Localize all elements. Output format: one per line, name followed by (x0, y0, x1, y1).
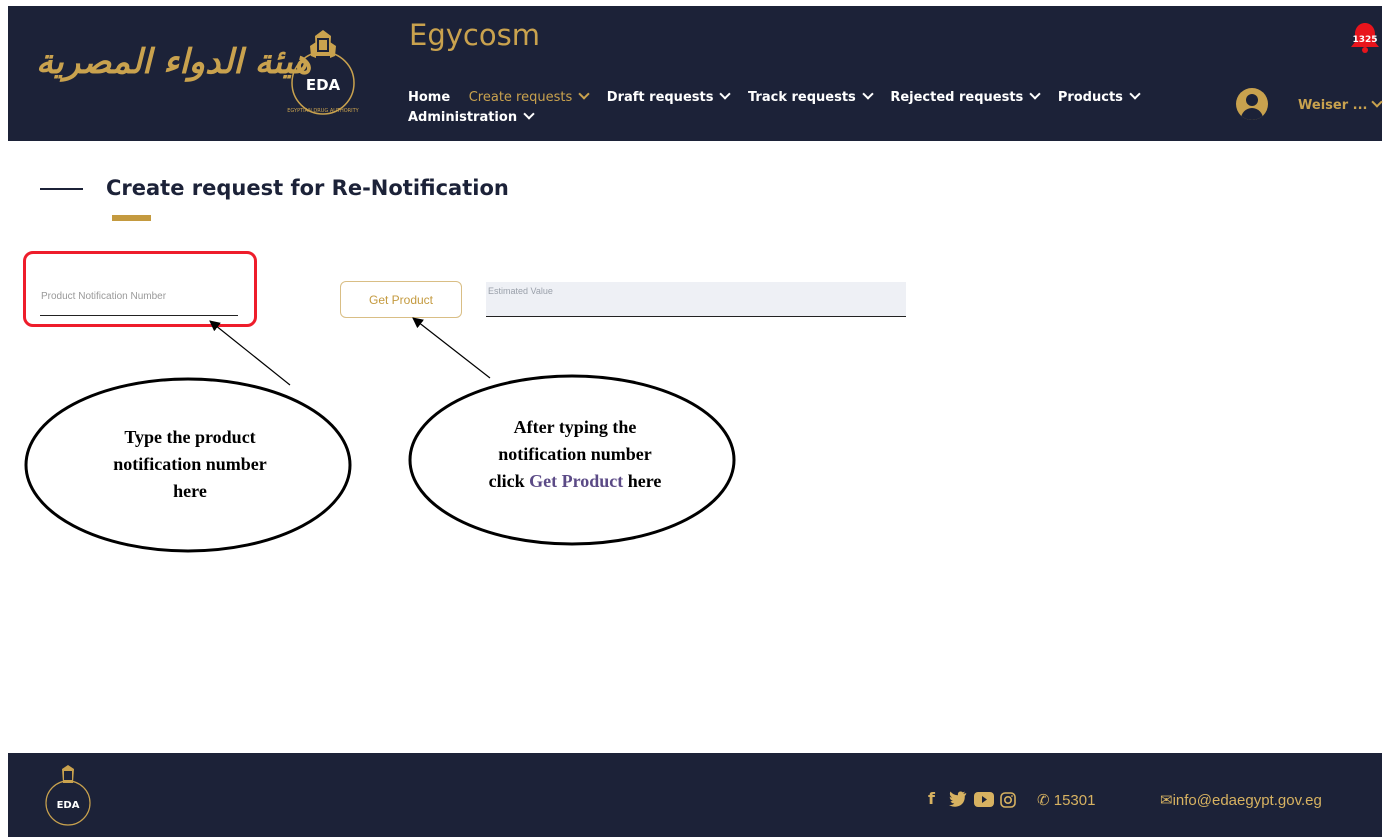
avatar-body (1241, 108, 1263, 120)
nav-create-requests[interactable]: Create requests (468, 88, 590, 108)
avatar-head (1246, 94, 1258, 106)
nav-products[interactable]: Products (1057, 88, 1141, 108)
nav-rejected-requests-label: Rejected requests (890, 90, 1024, 105)
notification-count: 1325 (1352, 35, 1377, 45)
nav-home[interactable]: Home (408, 88, 450, 108)
emblem-arc-text: EGYPTIAN DRUG AUTHORITY (287, 108, 359, 114)
right-callout-arrow (412, 317, 491, 379)
title-left-line (40, 188, 83, 190)
footer-emblem-text: EDA (57, 800, 80, 811)
right-callout-prefix: click (488, 471, 530, 491)
user-menu[interactable]: Weiser ... (1298, 96, 1384, 113)
nav-track-requests-label: Track requests (747, 90, 856, 105)
right-callout-line3: click Get Product here (450, 468, 700, 495)
footer-phone[interactable]: ✆ 15301 (1037, 791, 1095, 809)
footer-eda-emblem-logo: EDA (45, 765, 91, 826)
chevron-down-icon (719, 88, 732, 100)
phone-icon: ✆ (1037, 792, 1054, 809)
nav-home-label: Home (408, 90, 451, 105)
chevron-down-icon (1371, 96, 1384, 108)
main-nav: Home Create requests Draft requests Trac… (408, 88, 1208, 128)
right-callout-highlight: Get Product (529, 471, 624, 491)
footer: EDA f ✆ 15301 ✉info@edaegypt.gov.eg (8, 753, 1382, 837)
product-notification-number-input[interactable] (40, 278, 238, 316)
nav-administration-label: Administration (408, 110, 518, 125)
nav-administration[interactable]: Administration (408, 108, 535, 128)
nav-products-label: Products (1057, 90, 1123, 105)
right-callout-text: After typing the notification number cli… (450, 414, 700, 495)
nav-rejected-requests[interactable]: Rejected requests (890, 88, 1041, 108)
nav-draft-requests-label: Draft requests (606, 90, 714, 105)
get-product-button[interactable]: Get Product (340, 281, 462, 318)
estimated-value-label: Estimated Value (488, 286, 553, 296)
right-callout-line1: After typing the (513, 417, 637, 437)
chevron-down-icon (523, 108, 535, 120)
left-callout-arrow (209, 320, 291, 386)
footer-phone-number: 15301 (1053, 792, 1096, 809)
chevron-down-icon (1129, 88, 1141, 100)
nav-create-requests-label: Create requests (468, 90, 573, 105)
twitter-icon[interactable] (949, 791, 967, 807)
right-callout-suffix: here (623, 471, 662, 491)
page-title: Create request for Re-Notification (106, 176, 509, 200)
nav-track-requests[interactable]: Track requests (747, 88, 874, 108)
nav-draft-requests[interactable]: Draft requests (606, 88, 732, 108)
user-avatar-icon[interactable] (1236, 88, 1268, 120)
footer-email[interactable]: ✉info@edaegypt.gov.eg (1160, 791, 1322, 809)
youtube-icon[interactable] (974, 792, 994, 807)
chevron-down-icon (1029, 88, 1041, 100)
instagram-icon[interactable] (1000, 792, 1016, 808)
arabic-logo-text: هيئة الدواء المصرية (36, 42, 312, 82)
notification-bell-icon[interactable]: 1325 (1347, 20, 1383, 56)
left-callout-line3: here (173, 481, 207, 501)
chevron-down-icon (862, 88, 874, 100)
mail-icon: ✉ (1160, 792, 1173, 809)
footer-email-address: info@edaegypt.gov.eg (1172, 792, 1322, 809)
right-callout-line2: notification number (498, 444, 652, 464)
chevron-down-icon (578, 88, 590, 100)
eda-emblem-logo: EDA EGYPTIAN DRUG AUTHORITY (287, 30, 360, 115)
estimated-value-field[interactable]: Estimated Value (486, 282, 906, 317)
user-name: Weiser ... (1298, 98, 1368, 113)
left-callout-line1: Type the product (124, 427, 256, 447)
title-accent-bar (112, 215, 151, 221)
app-title: Egycosm (409, 18, 540, 52)
header: هيئة الدواء المصرية EDA EGYPTIAN DRUG AU… (8, 6, 1384, 141)
emblem-eda-text: EDA (306, 76, 341, 94)
left-callout-text: Type the product notification number her… (70, 424, 310, 505)
left-callout-line2: notification number (113, 454, 267, 474)
facebook-icon[interactable]: f (928, 789, 935, 808)
